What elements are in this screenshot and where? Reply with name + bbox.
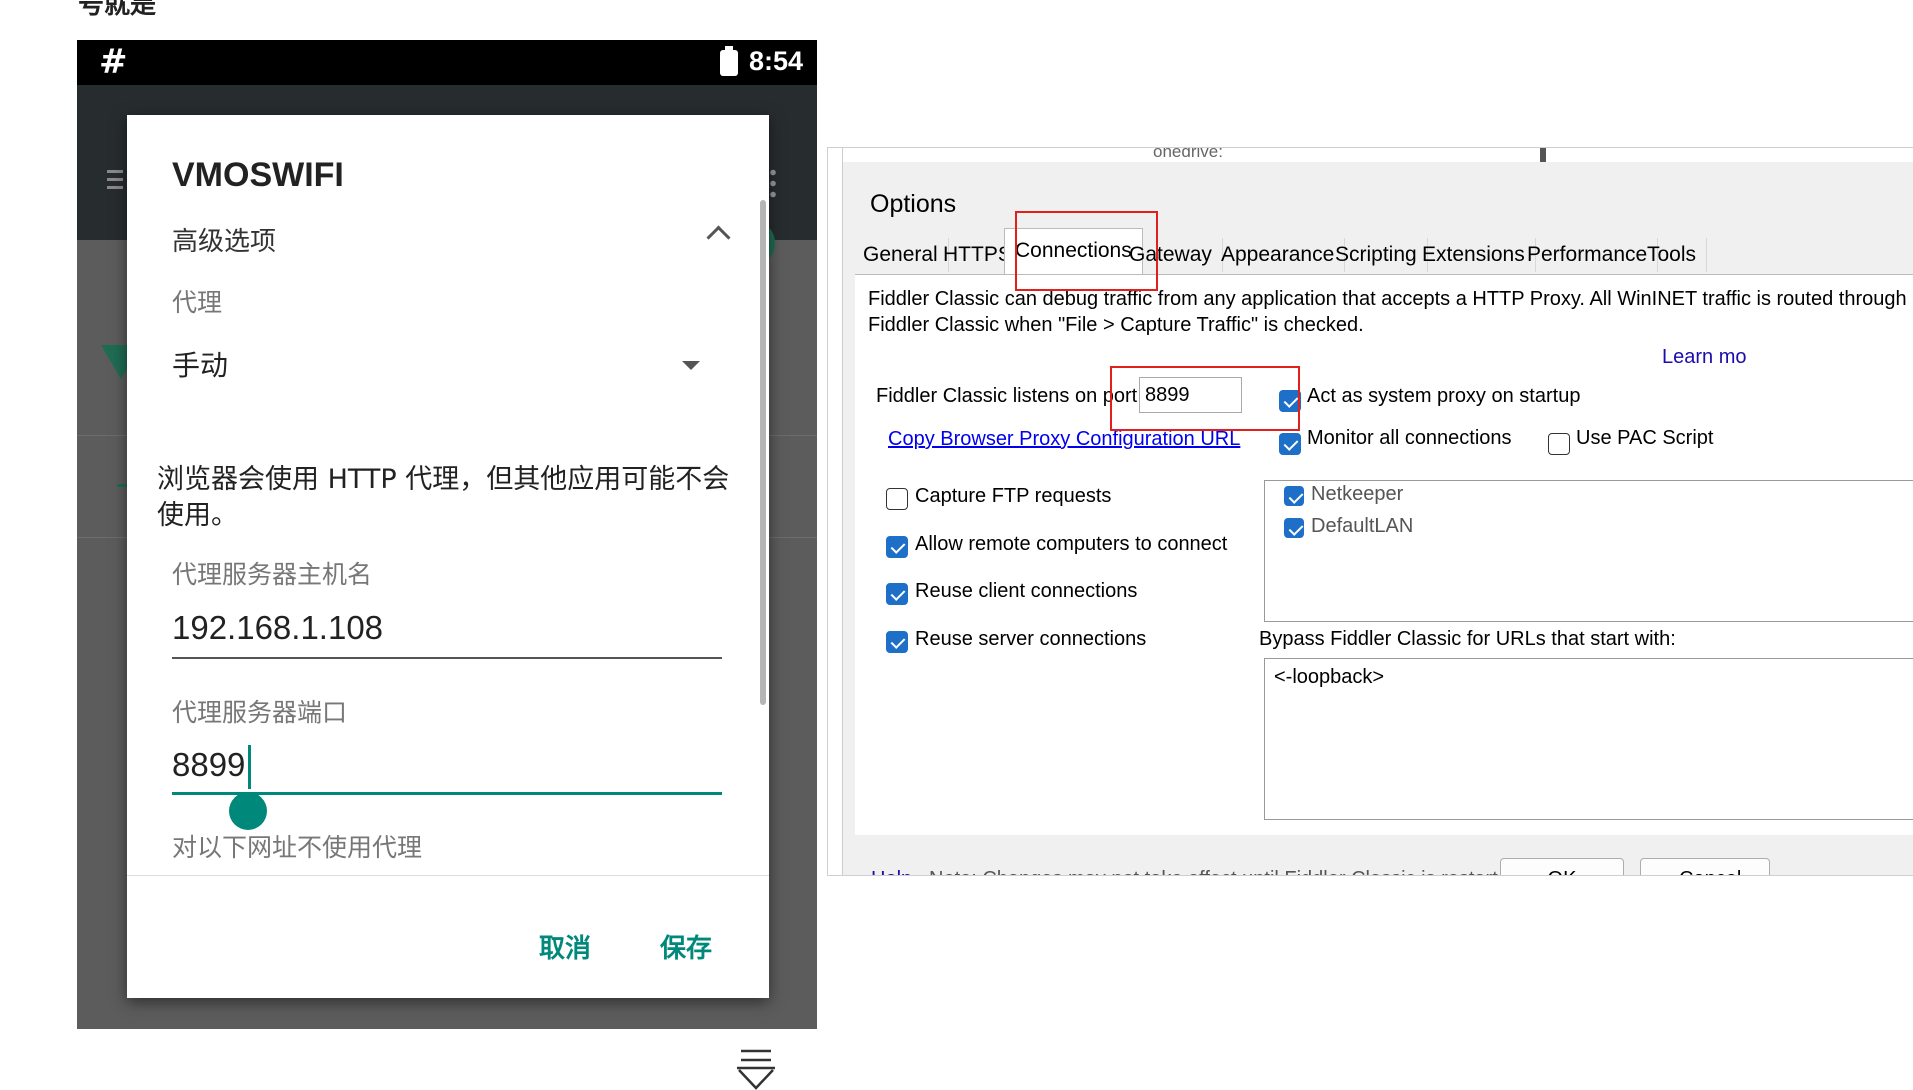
more-vert-icon [770,167,776,199]
highlight-box-port [1110,366,1300,431]
learn-more-link[interactable]: Learn mo [1662,346,1747,369]
bypass-label: Bypass Fiddler Classic for URLs that sta… [1259,628,1676,650]
proxy-mode-select[interactable]: 手动 [172,344,228,384]
use-pac-label: Use PAC Script [1576,427,1714,449]
allow-remote-label: Allow remote computers to connect [915,533,1228,555]
status-bar: # 8:54 [77,40,817,85]
copy-proxy-url-link[interactable]: Copy Browser Proxy Configuration URL [888,428,1240,451]
cursor-handle[interactable] [229,792,267,830]
background-window [828,148,843,875]
connection-label: DefaultLAN [1311,515,1414,537]
android-screenshot: # 8:54 VMOSWIFI 高级选项 代理 手动 浏览器会使用 HTTP 代… [77,40,817,1029]
reuse-client-label: Reuse client connections [915,580,1138,602]
bypass-label: 对以下网址不使用代理 [172,833,423,862]
ok-button[interactable]: OK [1500,858,1624,875]
connection-checkbox[interactable] [1284,518,1304,538]
host-input-underline [172,657,722,659]
description-text: Fiddler Classic can debug traffic from a… [868,288,1907,336]
allow-remote-checkbox[interactable] [886,536,908,558]
proxy-warning-text: 浏览器会使用 HTTP 代理，但其他应用可能不会使用。 [157,464,730,531]
highlight-box-connections [1015,211,1158,291]
use-pac-checkbox[interactable] [1548,433,1570,455]
proxy-port-label: 代理服务器端口 [172,698,348,727]
scroll-down-icon[interactable] [735,1048,777,1090]
save-button[interactable]: 保存 [660,928,712,965]
capture-ftp-label: Capture FTP requests [915,485,1112,507]
wifi-proxy-dialog: VMOSWIFI 高级选项 代理 手动 浏览器会使用 HTTP 代理，但其他应用… [127,115,769,998]
proxy-host-label: 代理服务器主机名 [172,560,373,589]
text-cursor [248,745,251,789]
proxy-label: 代理 [172,288,223,317]
background-text: onedrive: [1153,147,1223,161]
chevron-up-icon[interactable] [706,225,731,250]
page-heading: 号就是 [78,0,157,20]
cancel-button[interactable]: 取消 [539,928,591,965]
reuse-client-checkbox[interactable] [886,583,908,605]
menu-icon [107,170,123,192]
options-dialog: Options General HTTPS Connections Gatewa… [843,163,1913,875]
system-proxy-label: Act as system proxy on startup [1307,385,1581,407]
restart-note: Note: Changes may not take effect until … [929,868,1526,875]
cancel-button[interactable]: Cancel [1640,858,1770,875]
connection-checkbox[interactable] [1284,486,1304,506]
tab-tools[interactable]: Tools [1637,238,1708,272]
battery-icon [720,46,738,76]
background-bar [1540,148,1546,162]
status-time: 8:54 [749,46,804,76]
monitor-all-checkbox[interactable] [1279,433,1301,455]
dialog-title: VMOSWIFI [172,156,344,194]
tab-bar: General HTTPS Connections Gateway Appear… [843,163,1913,278]
reuse-server-checkbox[interactable] [886,631,908,653]
proxy-host-input[interactable]: 192.168.1.108 [172,609,383,647]
status-hash-icon: # [99,42,128,82]
connection-label: Netkeeper [1311,483,1404,505]
bypass-value: <-loopback> [1274,666,1385,688]
help-link[interactable]: Help [871,868,912,875]
advanced-options-toggle[interactable]: 高级选项 [172,221,276,258]
port-label: Fiddler Classic listens on port: [876,385,1143,407]
monitor-all-label: Monitor all connections [1307,427,1512,449]
proxy-port-input[interactable]: 8899 [172,746,245,784]
reuse-server-label: Reuse server connections [915,628,1147,650]
fiddler-options-window: onedrive: Options General HTTPS Connecti… [827,147,1913,876]
dialog-scrollbar[interactable] [760,200,766,705]
capture-ftp-checkbox[interactable] [886,488,908,510]
background-window [828,148,1913,162]
dropdown-arrow-icon[interactable] [682,361,700,370]
divider [127,875,769,876]
